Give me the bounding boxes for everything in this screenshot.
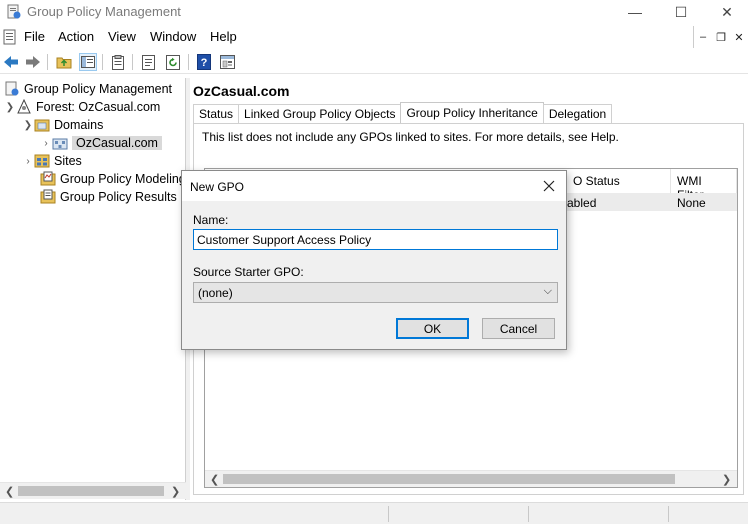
list-horizontal-scrollbar[interactable]: ❮ ❯ [205, 470, 737, 487]
gpmc-tree-icon [5, 81, 19, 96]
close-icon [543, 180, 555, 192]
chevron-right-icon[interactable]: › [22, 156, 34, 167]
scrollbar-thumb[interactable] [223, 474, 675, 484]
tree-item-label: Sites [54, 154, 82, 168]
page-title: OzCasual.com [193, 83, 290, 99]
menu-help[interactable]: Help [210, 29, 237, 44]
domains-folder-icon [34, 119, 50, 132]
tree-item-label: Forest: OzCasual.com [36, 100, 161, 114]
dialog-titlebar: New GPO [182, 171, 566, 201]
tree-item-results[interactable]: Group Policy Results [28, 188, 177, 206]
tab-status[interactable]: Status [193, 104, 240, 123]
menu-window[interactable]: Window [150, 29, 196, 44]
dialog-close-button[interactable] [538, 177, 560, 195]
scroll-right-icon[interactable]: ❯ [722, 473, 731, 486]
clipboard-icon[interactable] [109, 53, 127, 71]
status-bar [0, 502, 748, 524]
name-label: Name: [193, 213, 229, 227]
source-starter-gpo-label: Source Starter GPO: [193, 265, 304, 279]
up-folder-icon[interactable] [55, 53, 73, 71]
cancel-button[interactable]: Cancel [482, 318, 555, 339]
tree-item-modeling[interactable]: Group Policy Modeling [28, 170, 186, 188]
window-title: Group Policy Management [27, 4, 181, 19]
back-arrow-icon[interactable] [2, 53, 20, 71]
mdi-restore-button[interactable]: ❐ [712, 27, 730, 47]
scroll-right-icon[interactable]: ❯ [171, 485, 180, 498]
tab-gp-inheritance[interactable]: Group Policy Inheritance [400, 102, 544, 123]
tree-item-domains[interactable]: ❯ Domains [22, 116, 104, 134]
close-button[interactable]: ✕ [704, 0, 748, 24]
tree-item-label: OzCasual.com [72, 136, 162, 150]
chevron-down-icon[interactable]: ❯ [22, 120, 34, 131]
info-text: This list does not include any GPOs link… [202, 130, 619, 144]
tab-strip: Status Linked Group Policy Objects Group… [193, 102, 613, 123]
chevron-down-icon: ⌵ [543, 285, 552, 297]
selected-value: (none) [198, 286, 233, 300]
scrollbar-thumb[interactable] [18, 486, 164, 496]
column-wmi-filter[interactable]: WMI Filter [671, 169, 737, 202]
mdi-minimize-button[interactable]: – [694, 27, 712, 47]
menu-view[interactable]: View [108, 29, 136, 44]
scroll-left-icon[interactable]: ❮ [5, 485, 14, 498]
scroll-left-icon[interactable]: ❮ [210, 473, 219, 486]
tree-item-domain[interactable]: › OzCasual.com [40, 134, 162, 152]
toolbar: ? [0, 50, 748, 74]
column-gpo-status[interactable]: O Status [567, 169, 671, 193]
results-icon [40, 189, 56, 204]
gpmc-app-icon [7, 4, 21, 19]
sites-icon [34, 154, 50, 168]
tree-item-root[interactable]: Group Policy Management [4, 80, 172, 98]
mdi-close-button[interactable]: ✕ [730, 27, 748, 47]
refresh-icon[interactable] [164, 53, 182, 71]
tab-linked-gpos[interactable]: Linked Group Policy Objects [238, 104, 402, 123]
console-doc-icon[interactable] [3, 29, 17, 45]
forest-icon [17, 99, 31, 114]
tree-item-label: Group Policy Modeling [60, 172, 186, 186]
svg-text:?: ? [201, 57, 208, 69]
dialog-title: New GPO [190, 180, 245, 194]
modeling-icon [40, 171, 56, 186]
tree-item-label: Domains [54, 118, 104, 132]
cell-gpo-status: abled [567, 196, 597, 210]
gpo-name-input[interactable] [193, 229, 558, 250]
tab-delegation[interactable]: Delegation [542, 104, 613, 123]
chevron-right-icon[interactable]: › [40, 138, 52, 149]
help-icon[interactable]: ? [195, 53, 213, 71]
forward-arrow-icon[interactable] [24, 53, 42, 71]
mmc-icon[interactable] [218, 53, 236, 71]
menubar: File Action View Window Help – ❐ ✕ [0, 26, 748, 48]
menu-action[interactable]: Action [58, 29, 94, 44]
ok-button[interactable]: OK [396, 318, 469, 339]
domain-icon [52, 138, 68, 150]
tree-item-sites[interactable]: › Sites [22, 152, 82, 170]
cell-wmi-filter: None [677, 196, 706, 210]
console-tree: Group Policy Management ❯ Forest: OzCasu… [0, 78, 186, 500]
menu-file[interactable]: File [24, 29, 45, 44]
tree-horizontal-scrollbar[interactable]: ❮ ❯ [0, 482, 186, 499]
mdi-controls: – ❐ ✕ [693, 26, 748, 48]
window-titlebar: Group Policy Management — ☐ ✕ [0, 0, 748, 24]
tree-item-forest[interactable]: ❯ Forest: OzCasual.com [4, 98, 160, 116]
tree-item-label: Group Policy Management [24, 82, 172, 96]
tree-item-label: Group Policy Results [60, 190, 177, 204]
maximize-button[interactable]: ☐ [658, 0, 704, 24]
show-hide-tree-icon[interactable] [79, 53, 97, 71]
chevron-down-icon[interactable]: ❯ [4, 102, 16, 113]
properties-icon[interactable] [140, 53, 158, 71]
source-starter-gpo-select[interactable]: (none) ⌵ [193, 282, 558, 303]
new-gpo-dialog: New GPO Name: Source Starter GPO: (none)… [181, 170, 567, 350]
minimize-button[interactable]: — [612, 0, 658, 24]
